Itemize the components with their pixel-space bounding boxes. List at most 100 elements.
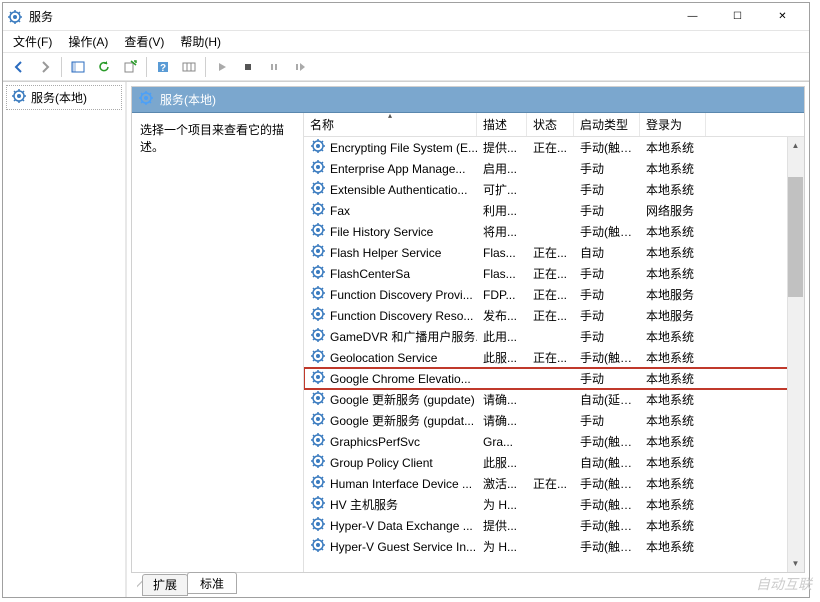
column-header-logon[interactable]: 登录为	[640, 113, 706, 136]
service-name: Google 更新服务 (gupdate)	[330, 391, 475, 408]
toolbar: ?	[3, 53, 809, 81]
table-row[interactable]: HV 主机服务为 H...手动(触发...本地系统	[304, 494, 804, 515]
content-area: 服务(本地) 服务(本地) 选择一个项目来查看它的描述。 名称▴ 描述	[3, 81, 809, 597]
table-row[interactable]: GraphicsPerfSvcGra...手动(触发...本地系统	[304, 431, 804, 452]
service-description: 将用...	[477, 223, 527, 240]
table-row[interactable]: Fax利用...手动网络服务	[304, 200, 804, 221]
tab-standard[interactable]: 标准	[187, 572, 237, 594]
service-startup: 手动(触发...	[574, 223, 640, 240]
service-logon: 本地系统	[640, 475, 706, 492]
service-startup: 手动(触发...	[574, 139, 640, 156]
service-startup: 手动	[574, 412, 640, 429]
column-header-name[interactable]: 名称▴	[304, 113, 477, 136]
help-button[interactable]: ?	[151, 55, 175, 79]
service-name: FlashCenterSa	[330, 267, 410, 281]
table-row[interactable]: Human Interface Device ...激活...正在...手动(触…	[304, 473, 804, 494]
close-button[interactable]: ✕	[760, 4, 805, 30]
table-row[interactable]: GameDVR 和广播用户服务...此用...手动本地系统	[304, 326, 804, 347]
service-name: Geolocation Service	[330, 351, 437, 365]
minimize-button[interactable]: —	[670, 4, 715, 30]
table-row[interactable]: Flash Helper ServiceFlas...正在...自动本地系统	[304, 242, 804, 263]
service-logon: 本地系统	[640, 391, 706, 408]
list-body[interactable]: ▲ ▼ Encrypting File System (E...提供...正在.…	[304, 137, 804, 572]
service-description: 发布...	[477, 307, 527, 324]
service-startup: 手动	[574, 370, 640, 387]
table-row[interactable]: Enterprise App Manage...启用...手动本地系统	[304, 158, 804, 179]
service-name: Fax	[330, 204, 350, 218]
back-button[interactable]	[7, 55, 31, 79]
gear-icon	[310, 306, 326, 325]
restart-service-button[interactable]	[288, 55, 312, 79]
column-header-description[interactable]: 描述	[477, 113, 527, 136]
service-name: Flash Helper Service	[330, 246, 441, 260]
service-description: FDP...	[477, 288, 527, 302]
titlebar: 服务 — ☐ ✕	[3, 3, 809, 31]
table-row[interactable]: Hyper-V Guest Service In...为 H...手动(触发..…	[304, 536, 804, 557]
description-prompt: 选择一个项目来查看它的描述。	[140, 121, 295, 155]
service-name: Human Interface Device ...	[330, 477, 472, 491]
gear-icon	[310, 495, 326, 514]
table-row[interactable]: Encrypting File System (E...提供...正在...手动…	[304, 137, 804, 158]
menu-action[interactable]: 操作(A)	[60, 31, 116, 52]
table-row[interactable]: Hyper-V Data Exchange ...提供...手动(触发...本地…	[304, 515, 804, 536]
service-name: Google 更新服务 (gupdat...	[330, 412, 474, 429]
table-row[interactable]: Google 更新服务 (gupdate)请确...自动(延迟...本地系统	[304, 389, 804, 410]
table-row[interactable]: FlashCenterSaFlas...正在...手动本地系统	[304, 263, 804, 284]
table-row[interactable]: File History Service将用...手动(触发...本地系统	[304, 221, 804, 242]
table-row[interactable]: Function Discovery Provi...FDP...正在...手动…	[304, 284, 804, 305]
service-status: 正在...	[527, 475, 574, 492]
tree-item-services-local[interactable]: 服务(本地)	[6, 85, 122, 110]
service-name: HV 主机服务	[330, 496, 398, 513]
scroll-up-button[interactable]: ▲	[787, 137, 804, 154]
maximize-button[interactable]: ☐	[715, 4, 760, 30]
menu-help[interactable]: 帮助(H)	[172, 31, 229, 52]
toolbar-separator	[205, 57, 206, 77]
service-logon: 本地系统	[640, 160, 706, 177]
service-status: 正在...	[527, 265, 574, 282]
tab-extended[interactable]: 扩展	[142, 574, 188, 596]
refresh-button[interactable]	[92, 55, 116, 79]
show-hide-tree-button[interactable]	[66, 55, 90, 79]
service-startup: 手动	[574, 328, 640, 345]
export-button[interactable]	[118, 55, 142, 79]
columns-button[interactable]	[177, 55, 201, 79]
gear-icon	[310, 264, 326, 283]
table-row[interactable]: Google Chrome Elevatio...手动本地系统	[304, 368, 804, 389]
service-startup: 手动	[574, 307, 640, 324]
table-row[interactable]: Geolocation Service此服...正在...手动(触发...本地系…	[304, 347, 804, 368]
service-name: GameDVR 和广播用户服务...	[330, 328, 477, 345]
window-title: 服务	[29, 8, 670, 25]
scroll-down-button[interactable]: ▼	[787, 555, 804, 572]
gear-icon	[310, 180, 326, 199]
menu-file[interactable]: 文件(F)	[5, 31, 60, 52]
stop-service-button[interactable]	[236, 55, 260, 79]
menu-view[interactable]: 查看(V)	[116, 31, 172, 52]
table-row[interactable]: Extensible Authenticatio...可扩...手动本地系统	[304, 179, 804, 200]
table-row[interactable]: Function Discovery Reso...发布...正在...手动本地…	[304, 305, 804, 326]
service-name: Hyper-V Data Exchange ...	[330, 519, 473, 533]
column-header-startup[interactable]: 启动类型	[574, 113, 640, 136]
gear-icon	[310, 222, 326, 241]
service-description: 为 H...	[477, 538, 527, 555]
forward-button[interactable]	[33, 55, 57, 79]
service-startup: 手动(触发...	[574, 538, 640, 555]
start-service-button[interactable]	[210, 55, 234, 79]
vertical-scrollbar[interactable]: ▲ ▼	[787, 137, 804, 572]
column-header-status[interactable]: 状态	[527, 113, 574, 136]
gear-icon	[310, 285, 326, 304]
service-description: 此服...	[477, 454, 527, 471]
service-description: 激活...	[477, 475, 527, 492]
service-startup: 自动	[574, 244, 640, 261]
services-window: 服务 — ☐ ✕ 文件(F) 操作(A) 查看(V) 帮助(H) ? 服务	[2, 2, 810, 598]
service-description: 此服...	[477, 349, 527, 366]
table-row[interactable]: Google 更新服务 (gupdat...请确...手动本地系统	[304, 410, 804, 431]
service-logon: 本地系统	[640, 265, 706, 282]
service-description: Flas...	[477, 267, 527, 281]
service-startup: 手动(触发...	[574, 496, 640, 513]
service-name: Google Chrome Elevatio...	[330, 372, 471, 386]
service-description: 提供...	[477, 139, 527, 156]
scroll-thumb[interactable]	[788, 177, 803, 297]
gear-icon	[310, 432, 326, 451]
table-row[interactable]: Group Policy Client此服...自动(触发...本地系统	[304, 452, 804, 473]
pause-service-button[interactable]	[262, 55, 286, 79]
